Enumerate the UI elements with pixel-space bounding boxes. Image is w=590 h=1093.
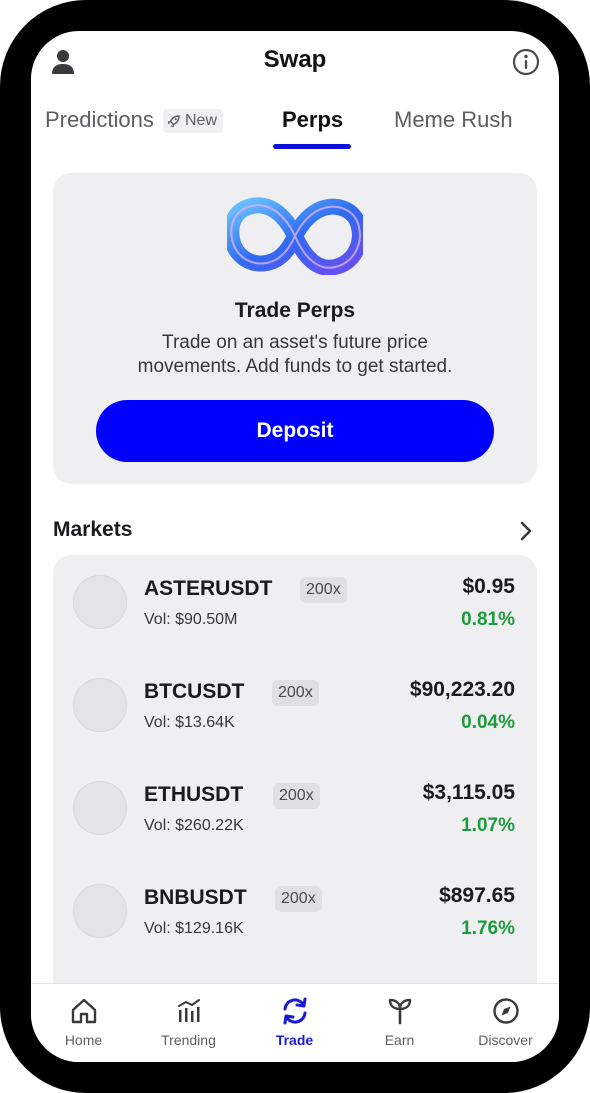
nav-trade[interactable]: Trade [242, 984, 347, 1062]
market-row[interactable]: BTCUSDT 200x Vol: $13.64K $90,223.20 0.0… [53, 658, 537, 738]
deposit-button[interactable]: Deposit [96, 400, 494, 462]
trade-perps-card: Trade Perps Trade on an asset's future p… [53, 173, 537, 484]
tab-predictions-label: Predictions [45, 107, 154, 132]
new-badge: New [163, 109, 224, 133]
trending-icon [178, 999, 200, 1022]
coin-avatar [73, 884, 127, 938]
trade-icon [283, 997, 307, 1025]
market-price: $897.65 [439, 884, 515, 907]
nav-earn[interactable]: Earn [347, 984, 452, 1062]
infinity-logo-icon [227, 197, 363, 275]
page-title: Swap [263, 46, 327, 73]
market-symbol: ETHUSDT [144, 783, 244, 806]
nav-home-label: Home [64, 1032, 103, 1048]
nav-discover-label: Discover [478, 1032, 533, 1048]
leverage-badge: 200x [275, 886, 322, 912]
app-screen: Swap Predictions New Perps Meme Rush Tra… [31, 31, 559, 1062]
leverage-badge: 200x [273, 783, 320, 809]
market-symbol: BNBUSDT [144, 886, 247, 909]
nav-trade-label: Trade [275, 1032, 314, 1048]
market-price: $0.95 [462, 575, 515, 598]
market-volume: Vol: $260.22K [144, 817, 244, 834]
nav-discover[interactable]: Discover [453, 984, 558, 1062]
market-volume: Vol: $129.16K [144, 920, 244, 937]
promo-title: Trade Perps [234, 299, 356, 322]
chevron-right-icon[interactable] [517, 520, 535, 542]
market-symbol: BTCUSDT [144, 680, 245, 703]
active-tab-indicator [273, 144, 351, 149]
markets-header[interactable]: Markets [53, 516, 537, 546]
market-row[interactable]: ASTERUSDT 200x Vol: $90.50M $0.95 0.81% [53, 555, 537, 635]
promo-description-line1: Trade on an asset's future price [162, 332, 428, 353]
coin-avatar [73, 678, 127, 732]
coin-avatar [73, 575, 127, 629]
market-volume: Vol: $13.64K [144, 714, 235, 731]
market-price: $90,223.20 [409, 678, 515, 701]
market-row[interactable]: ETHUSDT 200x Vol: $260.22K $3,115.05 1.0… [53, 761, 537, 841]
new-badge-label: New [185, 112, 218, 129]
leverage-badge: 200x [272, 680, 319, 706]
market-change: 1.07% [461, 815, 515, 836]
nav-trending-label: Trending [161, 1032, 216, 1048]
tab-perps-label: Perps [282, 107, 344, 132]
coin-avatar [73, 781, 127, 835]
market-volume: Vol: $90.50M [144, 611, 238, 628]
market-change: 1.76% [461, 918, 515, 939]
market-change: 0.04% [461, 712, 515, 733]
markets-list: ASTERUSDT 200x Vol: $90.50M $0.95 0.81% … [53, 555, 537, 1015]
rocket-icon [167, 115, 180, 128]
tab-perps[interactable]: Perps [282, 107, 343, 133]
market-symbol: ASTERUSDT [144, 577, 273, 600]
market-price: $3,115.05 [422, 781, 515, 804]
info-icon[interactable] [511, 47, 541, 77]
tab-meme-rush[interactable]: Meme Rush [394, 107, 513, 133]
promo-description: Trade on an asset's future price movemen… [93, 331, 497, 379]
earn-icon [388, 998, 412, 1025]
top-bar: Swap [31, 31, 559, 93]
device-frame: Swap Predictions New Perps Meme Rush Tra… [0, 0, 590, 1093]
nav-earn-label: Earn [384, 1032, 415, 1048]
tab-meme-rush-label: Meme Rush [394, 107, 513, 132]
market-change: 0.81% [461, 609, 515, 630]
compass-icon [493, 998, 519, 1024]
home-icon [71, 998, 97, 1024]
tab-bar: Predictions New Perps Meme Rush [31, 107, 559, 153]
promo-description-line2: movements. Add funds to get started. [137, 356, 453, 377]
tab-predictions[interactable]: Predictions [45, 107, 154, 133]
bottom-nav: Home Trending Trade Earn Discover [31, 983, 559, 1062]
nav-trending[interactable]: Trending [136, 984, 241, 1062]
markets-title: Markets [53, 518, 133, 541]
leverage-badge: 200x [300, 577, 347, 603]
nav-home[interactable]: Home [31, 984, 136, 1062]
market-row[interactable]: BNBUSDT 200x Vol: $129.16K $897.65 1.76% [53, 864, 537, 944]
